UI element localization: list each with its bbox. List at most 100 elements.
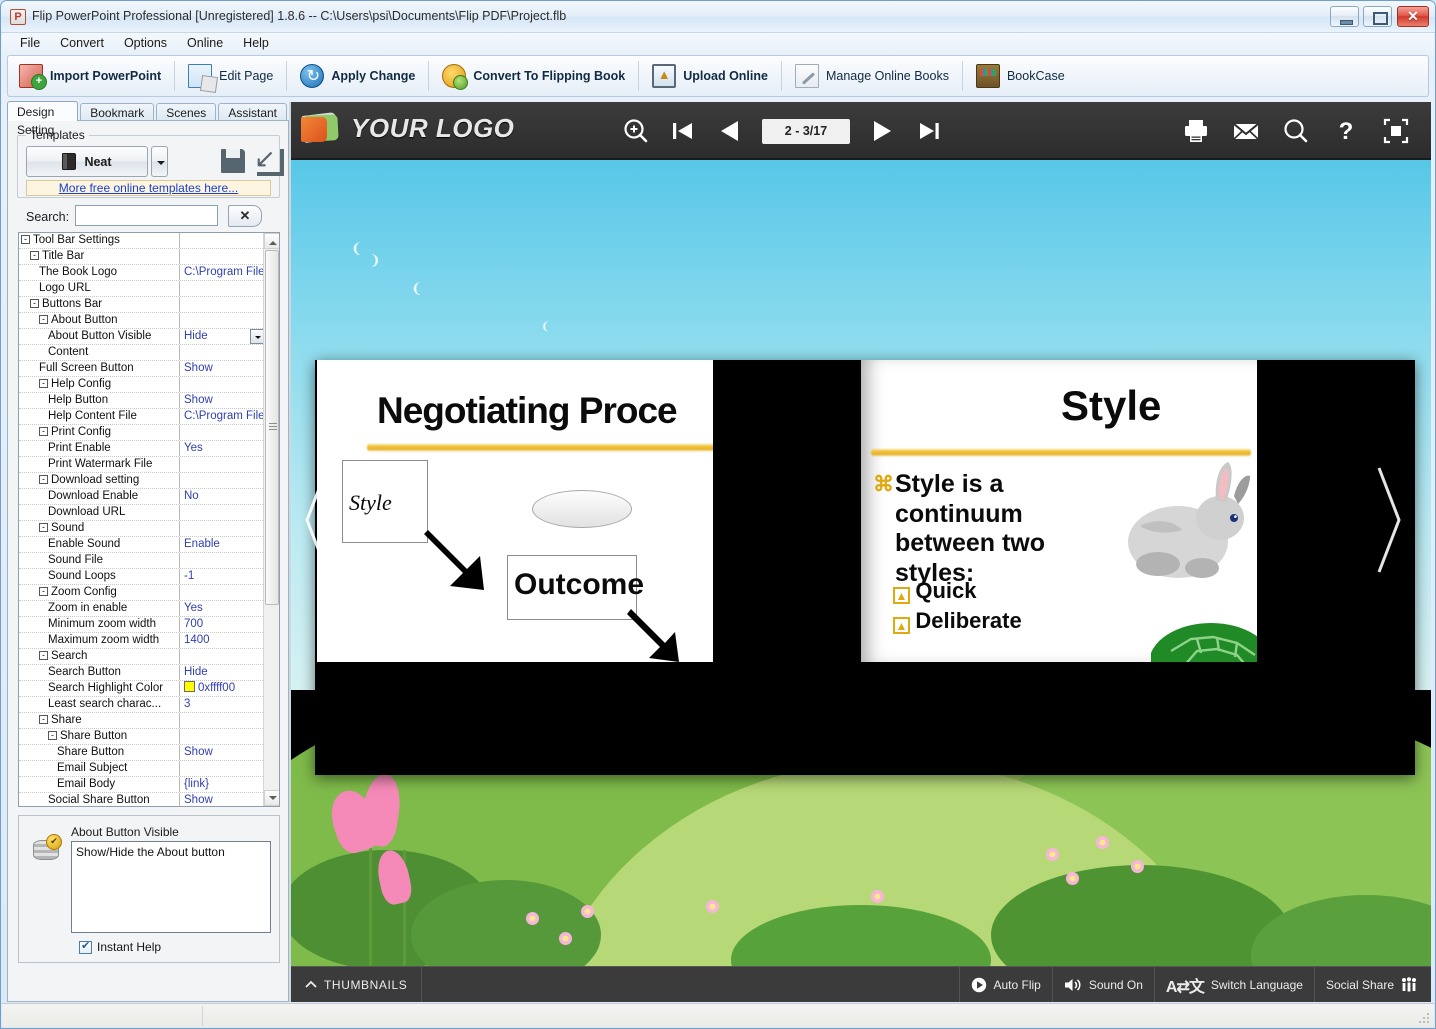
property-row[interactable]: Maximum zoom width 1400 (19, 633, 265, 649)
instant-help-toggle[interactable]: Instant Help (79, 939, 161, 954)
fullscreen-icon[interactable] (1381, 116, 1411, 146)
property-value-cell[interactable]: {link} (179, 777, 265, 792)
property-row[interactable]: Download Enable No (19, 489, 265, 505)
property-row[interactable]: - Tool Bar Settings (19, 233, 265, 249)
property-row[interactable]: Print Enable Yes (19, 441, 265, 457)
property-value-cell[interactable]: Yes (179, 601, 265, 616)
property-row[interactable]: About Button Visible Hide (19, 329, 265, 345)
property-value-cell[interactable] (179, 345, 265, 360)
tree-collapse-icon[interactable]: - (48, 731, 57, 741)
property-row[interactable]: - About Button (19, 313, 265, 329)
property-value-cell[interactable]: Show (179, 745, 265, 760)
property-row[interactable]: Sound Loops -1 (19, 569, 265, 585)
zoom-in-icon[interactable] (621, 116, 651, 146)
next-page-icon[interactable] (867, 116, 897, 146)
tree-collapse-icon[interactable]: - (30, 251, 39, 261)
property-value-cell[interactable]: 1400 (179, 633, 265, 648)
tree-collapse-icon[interactable]: - (39, 379, 48, 389)
property-value-cell[interactable]: No (179, 489, 265, 504)
property-value-cell[interactable] (179, 649, 265, 664)
print-icon[interactable] (1181, 116, 1211, 146)
property-row[interactable]: - Help Config (19, 377, 265, 393)
more-templates-link[interactable]: More free online templates here... (26, 180, 271, 196)
property-row[interactable]: Sound File (19, 553, 265, 569)
toolbar-button-manage-online-books[interactable]: Manage Online Books (784, 58, 960, 94)
property-value-cell[interactable] (179, 761, 265, 776)
property-value-cell[interactable] (179, 505, 265, 520)
property-row[interactable]: - Title Bar (19, 249, 265, 265)
scroll-down-arrow[interactable] (264, 790, 279, 806)
save-template-icon[interactable] (218, 146, 248, 176)
property-value-cell[interactable] (179, 521, 265, 536)
property-row[interactable]: Help Content File C:\Program Files ... (19, 409, 265, 425)
property-row[interactable]: Email Subject (19, 761, 265, 777)
tree-collapse-icon[interactable]: - (39, 475, 48, 485)
property-row[interactable]: Enable Sound Enable (19, 537, 265, 553)
property-row[interactable]: Minimum zoom width 700 (19, 617, 265, 633)
toolbar-button-apply-change[interactable]: Apply Change (289, 58, 426, 94)
property-value-cell[interactable]: Enable (179, 537, 265, 552)
search-input[interactable] (75, 205, 218, 226)
sound-toggle-button[interactable]: Sound On (1051, 966, 1154, 1002)
social-share-button[interactable]: Social Share (1313, 966, 1431, 1002)
previous-page-icon[interactable] (715, 116, 745, 146)
thumbnails-button[interactable]: THUMBNAILS (291, 966, 423, 1002)
property-row[interactable]: - Search (19, 649, 265, 665)
scroll-up-arrow[interactable] (264, 233, 279, 249)
maximize-button[interactable] (1363, 6, 1392, 27)
flipbook[interactable]: Negotiating Proce Style Outcome Style ⌘ … (315, 360, 1415, 775)
first-page-icon[interactable] (668, 116, 698, 146)
property-row[interactable]: Help Button Show (19, 393, 265, 409)
tree-collapse-icon[interactable]: - (39, 715, 48, 725)
menu-item-convert[interactable]: Convert (50, 33, 114, 53)
property-value-cell[interactable] (179, 297, 265, 312)
property-row[interactable]: - Share (19, 713, 265, 729)
tab-assistant[interactable]: Assistant (218, 103, 287, 121)
property-row[interactable]: - Zoom Config (19, 585, 265, 601)
property-row[interactable]: Share Button Show (19, 745, 265, 761)
book-page-right[interactable]: Style ⌘ Style is a continuum between two… (861, 360, 1257, 662)
property-value-cell[interactable]: 700 (179, 617, 265, 632)
property-value-cell[interactable]: -1 (179, 569, 265, 584)
menu-item-online[interactable]: Online (177, 33, 233, 53)
tree-collapse-icon[interactable]: - (39, 315, 48, 325)
template-select-button[interactable]: Neat (26, 146, 148, 177)
toolbar-button-bookcase[interactable]: BookCase (965, 58, 1076, 94)
last-page-icon[interactable] (914, 116, 944, 146)
property-row[interactable]: Content (19, 345, 265, 361)
property-row[interactable]: Zoom in enable Yes (19, 601, 265, 617)
tab-design-setting[interactable]: Design Setting (7, 101, 79, 137)
toolbar-button-import-powerpoint[interactable]: Import PowerPoint (8, 58, 172, 94)
property-value-cell[interactable]: Show (179, 361, 265, 376)
book-page-left[interactable]: Negotiating Proce Style Outcome (317, 360, 713, 662)
menu-item-options[interactable]: Options (114, 33, 177, 53)
property-value-cell[interactable]: C:\Program Files ... (179, 265, 265, 280)
property-row[interactable]: - Sound (19, 521, 265, 537)
property-row[interactable]: Full Screen Button Show (19, 361, 265, 377)
menu-item-help[interactable]: Help (233, 33, 279, 53)
tree-collapse-icon[interactable]: - (39, 523, 48, 533)
tree-collapse-icon[interactable]: - (39, 587, 48, 597)
property-row[interactable]: Search Button Hide (19, 665, 265, 681)
property-value-cell[interactable] (179, 425, 265, 440)
toolbar-button-edit-page[interactable]: Edit Page (177, 58, 284, 94)
menu-item-file[interactable]: File (10, 33, 50, 53)
property-value-cell[interactable]: 3 (179, 697, 265, 712)
property-value-cell[interactable] (179, 281, 265, 296)
property-value-cell[interactable]: Hide (179, 665, 265, 680)
property-value-cell[interactable] (179, 585, 265, 600)
tree-collapse-icon[interactable]: - (30, 299, 39, 309)
property-value-cell[interactable] (179, 249, 265, 264)
page-indicator[interactable]: 2 - 3/17 (762, 118, 850, 144)
tab-scenes[interactable]: Scenes (156, 103, 217, 121)
property-grid[interactable]: - Tool Bar Settings - Title Bar The Book Log… (18, 232, 280, 807)
color-swatch[interactable] (184, 681, 195, 692)
tree-collapse-icon[interactable]: - (39, 651, 48, 661)
auto-flip-button[interactable]: Auto Flip (958, 966, 1052, 1002)
property-value-cell[interactable]: Hide (179, 329, 265, 344)
property-row[interactable]: Email Body {link} (19, 777, 265, 793)
previous-page-chevron[interactable] (297, 460, 343, 580)
tree-collapse-icon[interactable]: - (21, 235, 30, 245)
property-value-cell[interactable] (179, 377, 265, 392)
resize-grip-icon[interactable] (1417, 1011, 1431, 1025)
